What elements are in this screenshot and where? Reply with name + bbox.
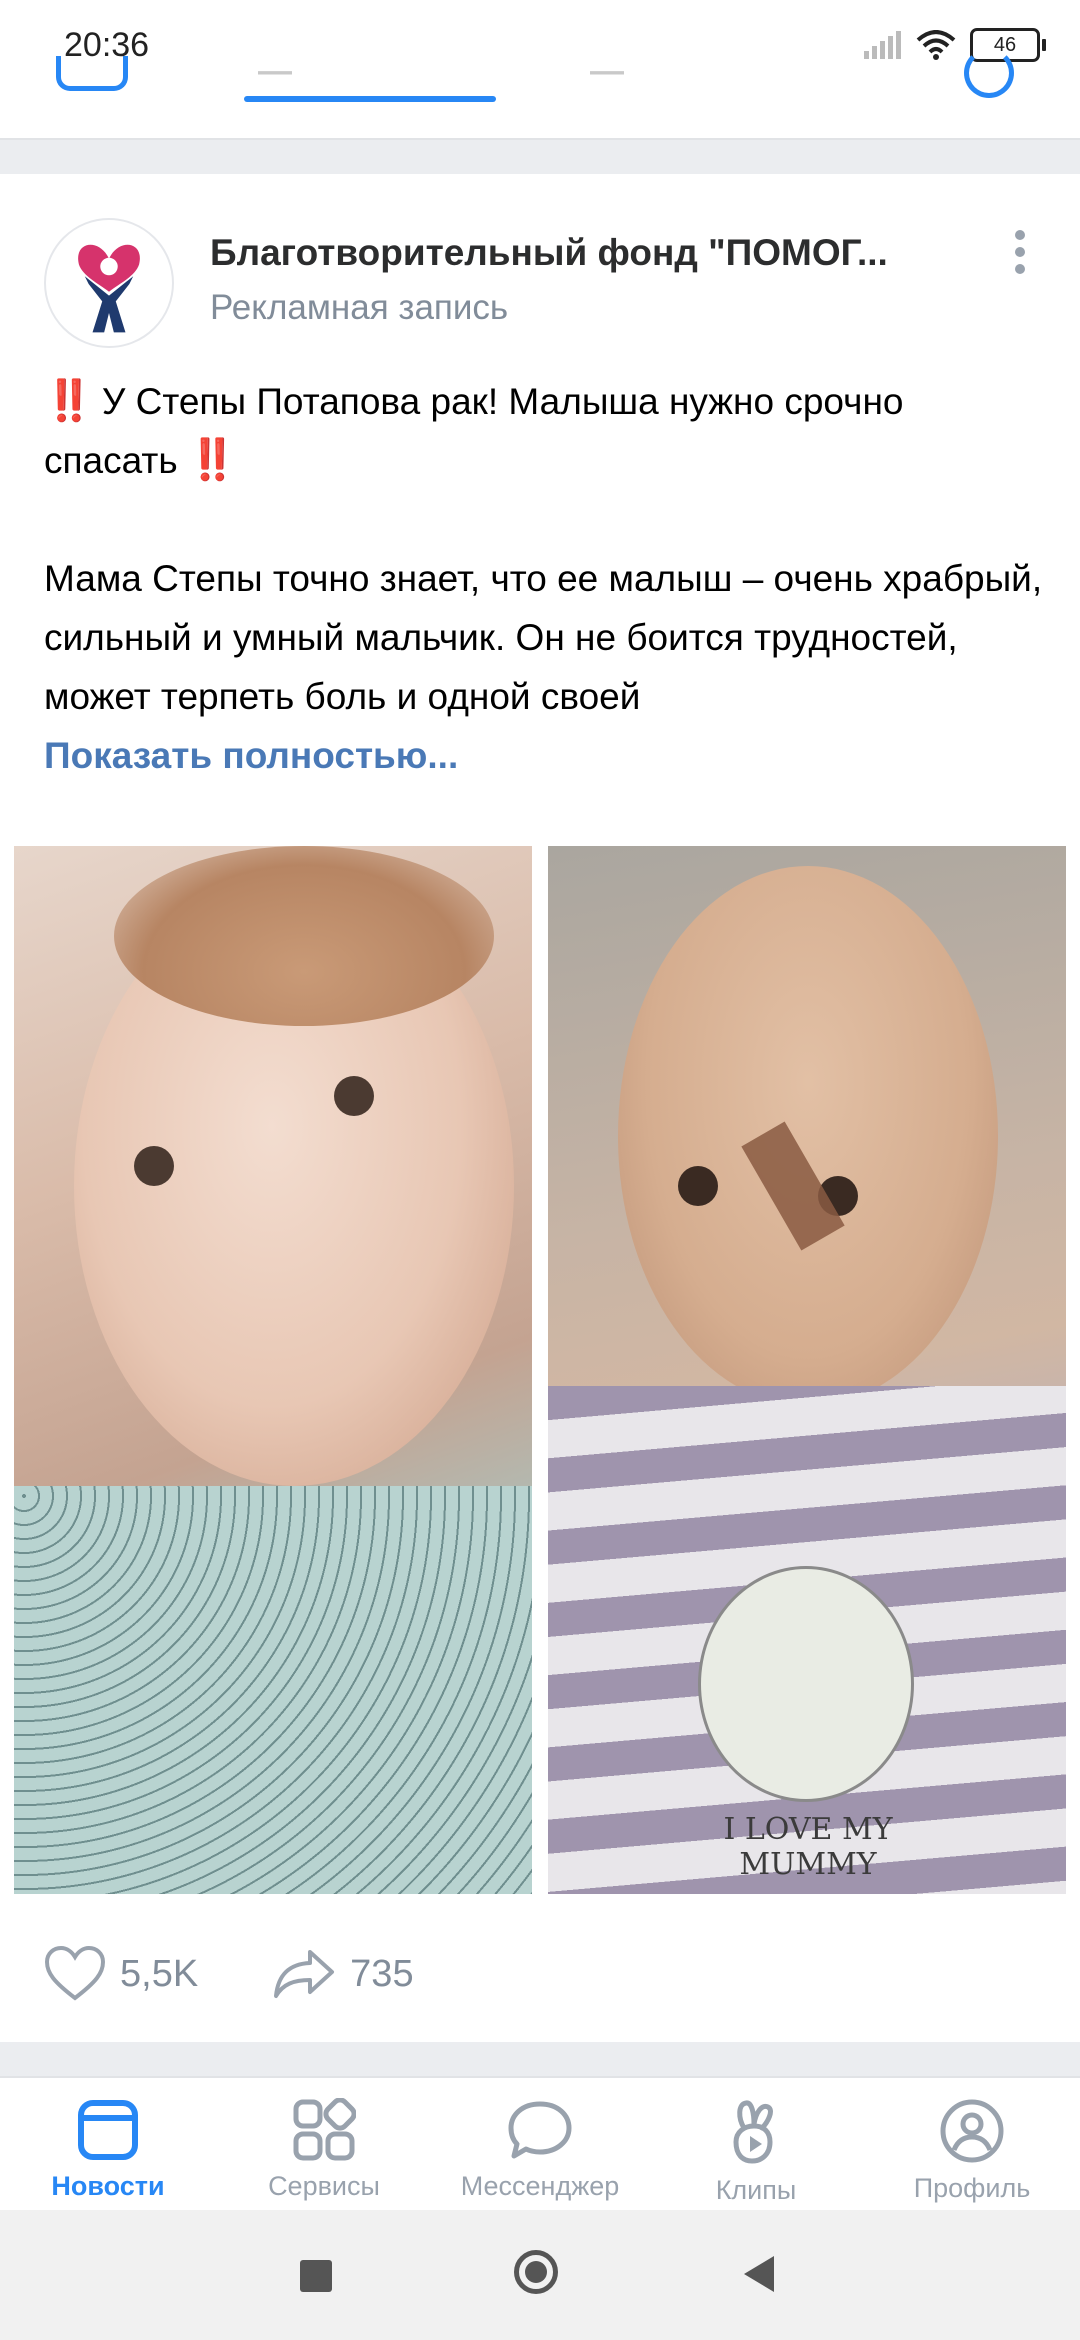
post-author[interactable]: Благотворительный фонд "ПОМОГ... — [210, 232, 910, 274]
tab-clips[interactable]: Клипы — [648, 2078, 864, 2212]
active-tab-indicator — [244, 96, 496, 102]
post-photo-2[interactable]: I LOVE MY MUMMY — [548, 846, 1066, 1894]
share-count: 735 — [350, 1952, 414, 1995]
post-headline: У Степы Потапова рак! Малыша нужно срочн… — [44, 381, 904, 481]
sweater-print: I LOVE MY MUMMY — [723, 1812, 893, 1882]
tab-messenger[interactable]: Мессенджер — [432, 2078, 648, 2212]
services-icon — [293, 2097, 357, 2161]
tab-interesting-partial[interactable]: — — [590, 52, 624, 91]
news-icon — [78, 2100, 138, 2160]
bottom-tab-bar: Новости Сервисы Мессенджер Клипы Профиль — [0, 2076, 1080, 2212]
notifications-icon[interactable] — [964, 48, 1014, 98]
more-options-icon[interactable] — [1000, 226, 1040, 286]
tab-profile[interactable]: Профиль — [864, 2078, 1080, 2212]
share-button[interactable]: 735 — [272, 1948, 414, 2000]
post-subtitle: Рекламная запись — [210, 288, 509, 327]
wifi-icon — [916, 30, 956, 60]
post-actions: 5,5K 735 — [44, 1944, 488, 2004]
status-icons: 46 — [862, 28, 1046, 62]
like-button[interactable]: 5,5K — [44, 1946, 198, 2002]
system-navigation-bar — [0, 2210, 1080, 2340]
clips-icon — [733, 2100, 773, 2164]
messenger-icon — [508, 2101, 572, 2159]
tab-news-partial[interactable]: — — [258, 52, 292, 91]
share-arrow-icon — [274, 1950, 335, 1998]
signal-icon — [864, 31, 901, 59]
show-more-link[interactable]: Показать полностью... — [44, 735, 458, 776]
tab-news[interactable]: Новости — [0, 2078, 216, 2212]
post-text: ‼️ У Степы Потапова рак! Малыша нужно сро… — [44, 372, 1044, 785]
post-photo-1[interactable] — [14, 846, 532, 1894]
double-exclamation-emoji: ‼️ — [44, 379, 94, 423]
charity-logo-avatar[interactable] — [44, 218, 174, 348]
top-app-bar: 20:36 46 — — — [0, 0, 1080, 140]
double-exclamation-emoji: ‼️ — [187, 438, 238, 482]
post-card: Благотворительный фонд "ПОМОГ... Рекламн… — [0, 174, 1080, 2042]
profile-icon — [940, 2099, 1004, 2163]
home-button[interactable] — [514, 2250, 558, 2294]
heart-icon — [44, 1946, 106, 2001]
feed-menu-icon[interactable] — [56, 56, 128, 91]
back-button[interactable] — [740, 2254, 776, 2294]
like-count: 5,5K — [120, 1952, 199, 1995]
recent-apps-button[interactable] — [300, 2260, 332, 2292]
tab-services[interactable]: Сервисы — [216, 2078, 432, 2212]
post-body: Мама Степы точно знает, что ее малыш – о… — [44, 558, 1043, 717]
